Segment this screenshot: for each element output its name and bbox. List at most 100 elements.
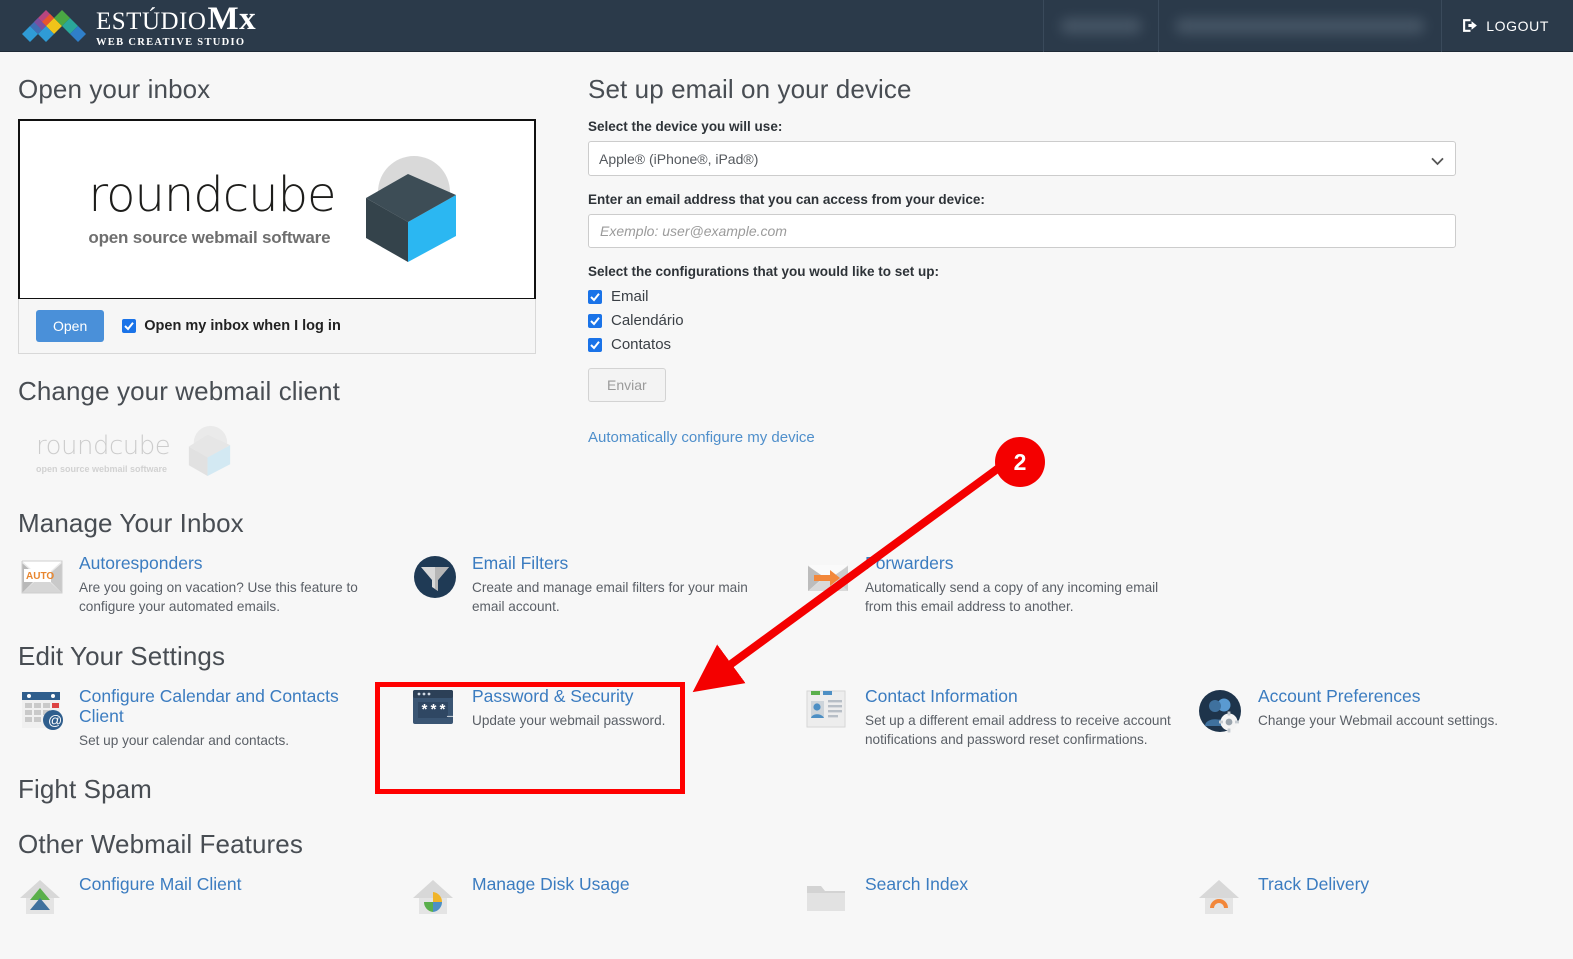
manage-inbox-heading: Manage Your Inbox (18, 508, 244, 538)
roundcube-tagline: open source webmail software (88, 228, 331, 247)
change-client-cube-icon (180, 421, 238, 484)
estudiomx-logo-icon (22, 6, 86, 46)
roundcube-panel-footer: Open Open my inbox when I log in (18, 299, 536, 354)
device-select-label: Select the device you will use: (588, 119, 783, 134)
home-orange-icon (1197, 874, 1245, 921)
feature-desc: Create and manage email filters for your… (472, 580, 748, 615)
config-label-calendar: Calendário (611, 312, 684, 329)
feature-title[interactable]: Search Index (865, 874, 1173, 894)
edit-settings-heading: Edit Your Settings (18, 640, 226, 671)
forward-envelope-icon (804, 553, 852, 617)
feature-title[interactable]: Contact Information (865, 686, 1173, 706)
config-label-contacts: Contatos (611, 336, 672, 353)
funnel-icon (411, 553, 459, 617)
change-client-roundcube-option[interactable]: roundcube open source webmail software (36, 421, 578, 484)
device-select[interactable]: Apple® (iPhone®, iPad®) (588, 141, 1456, 176)
brand-name: ESTÚDIO (96, 7, 207, 35)
feature-title[interactable]: Password & Security (472, 686, 780, 706)
feature-search-index[interactable]: Search Index (804, 874, 1197, 921)
open-inbox-button[interactable]: Open (36, 310, 105, 342)
config-checkbox-calendar[interactable] (588, 313, 602, 328)
page-content: Open your inbox roundcube open source we… (0, 52, 1573, 921)
fight-spam-heading: Fight Spam (18, 774, 152, 805)
config-checkbox-contacts[interactable] (588, 337, 602, 352)
feature-desc: Set up a different email address to rece… (865, 712, 1171, 748)
config-checkbox-email[interactable] (588, 289, 602, 304)
config-label-email: Email (611, 288, 649, 305)
feature-desc: Are you going on vacation? Use this feat… (79, 580, 358, 615)
feature-title[interactable]: Account Preferences (1258, 686, 1566, 706)
manage-inbox-grid: AUTO Autoresponders Are you going on vac… (18, 553, 1555, 617)
feature-title[interactable]: Configure Calendar and Contacts Client (79, 686, 387, 726)
feature-track-delivery[interactable]: Track Delivery (1197, 874, 1573, 921)
header-user-cell[interactable] (1043, 0, 1158, 52)
brand-logo[interactable]: ESTÚDIO Mx WEB CREATIVE STUDIO (22, 0, 257, 49)
home-pie-icon (411, 874, 459, 921)
open-inbox-checkbox[interactable] (122, 319, 137, 333)
svg-text:***_: ***_ (420, 703, 455, 720)
redacted-account (1175, 17, 1426, 34)
feature-configure-calendar-contacts[interactable]: @ Configure Calendar and Contacts Client… (18, 686, 411, 751)
config-item-email[interactable]: Email (588, 288, 1555, 305)
feature-desc: Automatically send a copy of any incomin… (865, 580, 1159, 615)
feature-manage-disk-usage[interactable]: Manage Disk Usage (411, 874, 804, 921)
svg-text:@: @ (48, 712, 62, 728)
other-features-grid: Configure Mail Client Manage Disk Usage (18, 874, 1555, 921)
feature-title[interactable]: Email Filters (472, 553, 780, 573)
open-inbox-heading: Open your inbox (18, 74, 211, 104)
feature-password-security[interactable]: ***_ Password & Security Update your web… (411, 686, 804, 751)
change-client-tagline: open source webmail software (36, 464, 168, 474)
open-inbox-checkbox-label: Open my inbox when I log in (144, 318, 341, 334)
open-inbox-checkbox-row[interactable]: Open my inbox when I log in (122, 318, 341, 334)
redacted-username (1060, 17, 1143, 34)
roundcube-cube-icon (356, 148, 466, 271)
header-right-group: LOGOUT (1043, 0, 1573, 52)
feature-title[interactable]: Autoresponders (79, 553, 387, 573)
device-email-input[interactable] (588, 214, 1456, 248)
logout-label: LOGOUT (1486, 17, 1549, 34)
setup-email-heading: Set up email on your device (588, 74, 912, 104)
feature-account-preferences[interactable]: Account Preferences Change your Webmail … (1197, 686, 1573, 751)
feature-forwarders[interactable]: Forwarders Automatically send a copy of … (804, 553, 1197, 617)
configurations-list: Email Calendário Contatos (588, 288, 1555, 353)
right-column: Set up email on your device Select the d… (578, 52, 1555, 484)
svg-text:AUTO: AUTO (26, 571, 54, 582)
folder-icon (804, 874, 852, 921)
left-column: Open your inbox roundcube open source we… (18, 52, 578, 484)
top-header-bar: ESTÚDIO Mx WEB CREATIVE STUDIO LOGOUT (0, 0, 1573, 52)
feature-desc: Change your Webmail account settings. (1258, 712, 1499, 728)
configurations-label: Select the configurations that you would… (588, 264, 940, 279)
change-webmail-client-heading: Change your webmail client (18, 376, 340, 406)
change-client-wordmark: roundcube (36, 431, 171, 461)
logout-button[interactable]: LOGOUT (1441, 0, 1573, 52)
brand-tagline: WEB CREATIVE STUDIO (96, 36, 246, 48)
feature-autoresponders[interactable]: AUTO Autoresponders Are you going on vac… (18, 553, 411, 617)
feature-configure-mail-client[interactable]: Configure Mail Client (18, 874, 411, 921)
other-features-heading: Other Webmail Features (18, 829, 303, 860)
feature-email-filters[interactable]: Email Filters Create and manage email fi… (411, 553, 804, 617)
brand-mx: Mx (207, 0, 257, 37)
feature-title[interactable]: Track Delivery (1258, 874, 1566, 894)
step-badge-2: 2 (995, 437, 1045, 487)
feature-contact-information[interactable]: Contact Information Set up a different e… (804, 686, 1197, 751)
config-item-calendar[interactable]: Calendário (588, 312, 1555, 329)
config-item-contacts[interactable]: Contatos (588, 336, 1555, 353)
account-gear-icon (1197, 686, 1245, 751)
feature-title[interactable]: Manage Disk Usage (472, 874, 780, 894)
auto-configure-link[interactable]: Automatically configure my device (588, 429, 815, 446)
calendar-contacts-icon: @ (18, 686, 66, 751)
autoresponder-envelope-icon: AUTO (18, 553, 66, 617)
roundcube-logo: roundcube open source webmail software (20, 121, 534, 298)
feature-title[interactable]: Configure Mail Client (79, 874, 387, 894)
roundcube-panel[interactable]: roundcube open source webmail software (18, 119, 536, 300)
edit-settings-grid: @ Configure Calendar and Contacts Client… (18, 686, 1555, 751)
submit-button[interactable]: Enviar (588, 368, 666, 402)
home-blue-icon (18, 874, 66, 921)
feature-title[interactable]: Forwarders (865, 553, 1173, 573)
contact-card-icon (804, 686, 852, 751)
feature-desc: Update your webmail password. (472, 712, 666, 728)
feature-desc: Set up your calendar and contacts. (79, 732, 290, 748)
header-account-cell[interactable] (1158, 0, 1441, 52)
password-terminal-icon: ***_ (411, 686, 459, 751)
email-input-label: Enter an email address that you can acce… (588, 192, 985, 207)
